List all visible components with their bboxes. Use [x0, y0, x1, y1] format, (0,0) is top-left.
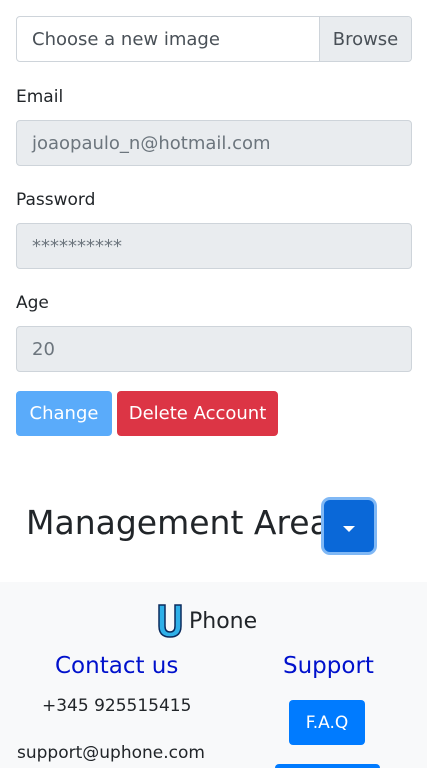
age-field[interactable]: 20 — [16, 326, 412, 372]
brand-text: Phone — [189, 608, 258, 634]
file-picker-label[interactable]: Choose a new image — [17, 17, 319, 61]
contact-email: support@uphone.com — [17, 743, 205, 763]
u-logo-icon — [158, 604, 182, 638]
management-area-title: Management Area — [26, 503, 330, 542]
faq-button[interactable]: F.A.Q — [289, 700, 365, 745]
page: Choose a new image Browse Email joaopaul… — [0, 0, 427, 768]
delete-account-button[interactable]: Delete Account — [117, 391, 278, 436]
age-label: Age — [16, 293, 49, 313]
footer: Phone Contact us +345 925515415 support@… — [0, 582, 427, 768]
image-file-picker[interactable]: Choose a new image Browse — [16, 16, 412, 62]
support-button-partial[interactable] — [275, 764, 380, 768]
brand-logo[interactable]: Phone — [155, 602, 257, 640]
email-field[interactable]: joaopaulo_n@hotmail.com — [16, 120, 412, 166]
caret-down-icon — [343, 526, 355, 532]
email-label: Email — [16, 87, 64, 107]
contact-phone: +345 925515415 — [42, 696, 192, 716]
change-button[interactable]: Change — [16, 391, 112, 436]
password-label: Password — [16, 190, 96, 210]
contact-us-heading: Contact us — [55, 653, 179, 679]
support-heading: Support — [283, 653, 374, 679]
password-field[interactable]: ********** — [16, 223, 412, 269]
management-dropdown-toggle[interactable] — [324, 500, 374, 552]
browse-button[interactable]: Browse — [319, 17, 411, 61]
